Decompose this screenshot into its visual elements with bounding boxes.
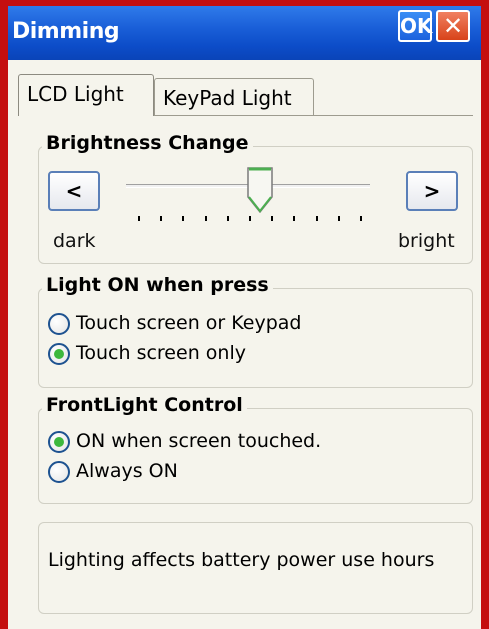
decrease-brightness-button[interactable]: < <box>48 171 100 211</box>
window-frame-right <box>481 0 489 629</box>
bright-label: bright <box>398 230 455 252</box>
slider-tick <box>249 216 251 221</box>
tab-strip: LCD Light KeyPad Light <box>8 60 481 116</box>
radio-label: Touch screen only <box>76 342 246 364</box>
radio-label: ON when screen touched. <box>76 430 322 452</box>
slider-tick <box>182 216 185 221</box>
frontlight-group <box>38 408 473 504</box>
dark-label: dark <box>53 230 96 252</box>
slider-tick <box>271 216 274 221</box>
radio-button[interactable] <box>48 313 70 335</box>
tab-keypad-light[interactable]: KeyPad Light <box>154 78 314 116</box>
tab-lcd-light[interactable]: LCD Light <box>18 74 154 116</box>
radio-button[interactable] <box>48 343 70 365</box>
slider-tick <box>337 216 340 221</box>
window-title: Dimming <box>12 19 120 44</box>
frontlight-group-title: FrontLight Control <box>42 394 247 416</box>
radio-label: Touch screen or Keypad <box>76 312 302 334</box>
title-bar: Dimming OK ✕ <box>8 6 481 60</box>
slider-tick <box>226 216 229 221</box>
dimming-dialog: Dimming OK ✕ LCD Light KeyPad Light Brig… <box>8 6 481 629</box>
close-button[interactable]: ✕ <box>436 10 470 42</box>
light-on-group-title: Light ON when press <box>42 274 273 296</box>
slider-tick <box>293 216 296 221</box>
ok-button[interactable]: OK <box>398 10 433 42</box>
slider-tick <box>315 216 318 221</box>
increase-brightness-button[interactable]: > <box>406 171 458 211</box>
slider-tick <box>204 216 207 221</box>
battery-info-text: Lighting affects battery power use hours <box>48 549 435 571</box>
slider-tick <box>360 216 362 221</box>
radio-label: Always ON <box>76 460 178 482</box>
brightness-group-title: Brightness Change <box>42 132 253 154</box>
radio-button[interactable] <box>48 461 70 483</box>
brightness-slider-thumb[interactable] <box>247 167 273 213</box>
radio-button[interactable] <box>48 431 70 453</box>
close-icon: ✕ <box>442 12 464 40</box>
window-frame-left <box>0 0 8 629</box>
slider-tick <box>160 216 163 221</box>
slider-tick <box>138 216 140 221</box>
light-on-group <box>38 288 473 388</box>
